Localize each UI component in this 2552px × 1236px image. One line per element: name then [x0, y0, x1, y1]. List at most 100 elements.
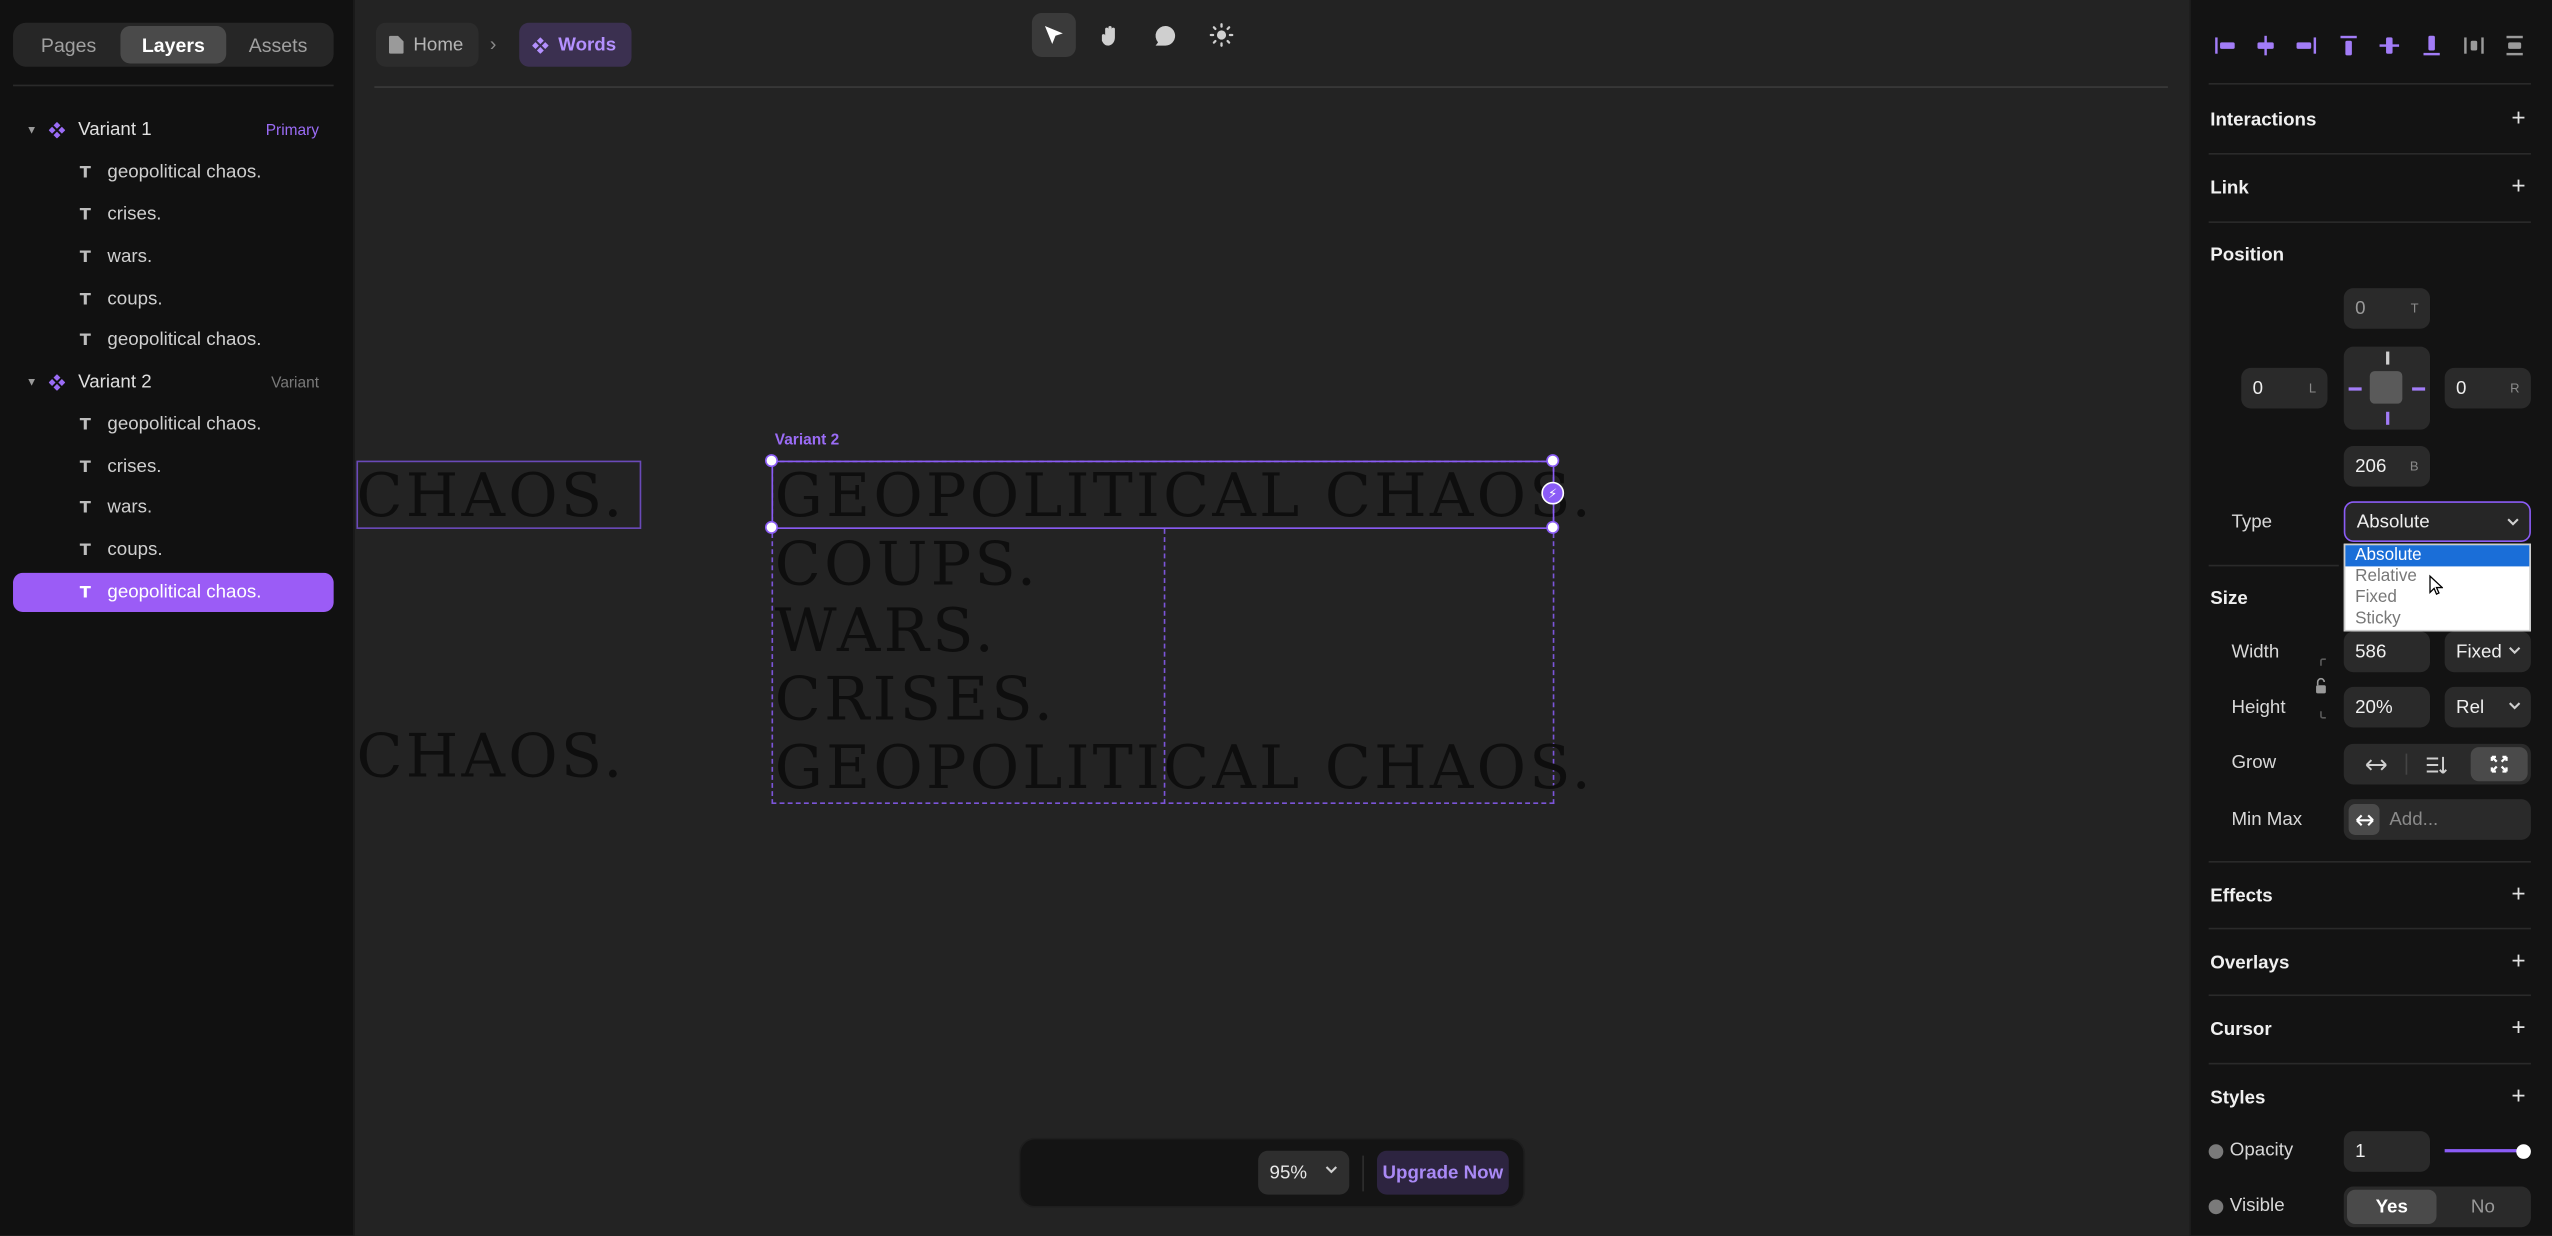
grow-fixed-button[interactable] [2470, 747, 2528, 782]
comment-icon [1154, 25, 1175, 45]
divider [2208, 861, 2531, 863]
divider [1362, 1155, 1364, 1192]
add-interaction-plus-icon[interactable]: + [2511, 104, 2525, 132]
add-style-plus-icon[interactable]: + [2511, 1082, 2525, 1110]
upgrade-now-button[interactable]: Upgrade Now [1376, 1150, 1509, 1195]
chevron-down-icon [1325, 1166, 1338, 1174]
layer-variant-1[interactable]: ▼ Variant 1 Primary [13, 111, 334, 150]
zoom-value: 95% [1269, 1162, 1308, 1183]
pin-widget[interactable] [2343, 346, 2431, 430]
tab-layers[interactable]: Layers [120, 26, 226, 64]
text-icon: T [79, 205, 91, 224]
frame-label[interactable]: Variant 2 [775, 431, 839, 449]
caret-down-icon[interactable]: ▼ [26, 125, 37, 136]
canvas-text-line[interactable]: WARS. [775, 596, 997, 666]
add-overlay-plus-icon[interactable]: + [2511, 947, 2525, 975]
layer-text[interactable]: Tgeopolitical chaos. [13, 153, 334, 192]
align-bottom-icon[interactable] [2420, 34, 2443, 57]
position-right-input[interactable]: 0 R [2444, 367, 2531, 409]
position-type-select[interactable]: Absolute [2343, 501, 2531, 542]
min-max-toggle[interactable] [2348, 804, 2380, 835]
canvas-text-line[interactable]: COUPS. [775, 529, 1040, 599]
layer-text[interactable]: Tcrises. [13, 195, 334, 234]
tab-assets[interactable]: Assets [226, 26, 331, 63]
select-tool-button[interactable] [1031, 13, 1076, 57]
resize-handle[interactable] [764, 454, 778, 468]
position-bottom-value: 206 [2355, 456, 2387, 477]
layer-text[interactable]: Tcoups. [13, 280, 334, 319]
position-left-value: 0 [2252, 378, 2264, 398]
distribute-horizontal-icon[interactable] [2463, 34, 2486, 57]
height-mode-select[interactable]: Rel [2444, 686, 2531, 728]
layer-name: coups. [107, 289, 163, 310]
layer-variant-2[interactable]: ▼ Variant 2 Variant [13, 363, 334, 402]
text-icon: T [79, 331, 91, 350]
align-center-horizontal-icon[interactable] [2254, 34, 2277, 57]
min-max-input[interactable]: Add... [2343, 799, 2531, 840]
section-title-interactions: Interactions [2210, 110, 2317, 131]
position-right-suffix: R [2510, 380, 2520, 396]
layer-name: geopolitical chaos. [107, 330, 262, 350]
layer-text[interactable]: Tcrises. [13, 448, 334, 487]
height-value: 20% [2355, 697, 2393, 717]
visible-no-button[interactable]: No [2438, 1190, 2528, 1224]
lightning-icon[interactable]: ⚡ [1541, 481, 1565, 505]
layer-text[interactable]: Tgeopolitical chaos. [13, 321, 334, 360]
add-effect-plus-icon[interactable]: + [2511, 881, 2525, 909]
canvas-text-line[interactable]: GEOPOLITICAL CHAOS. [775, 732, 1594, 802]
breadcrumb-current-label: Words [558, 34, 617, 55]
dropdown-option-sticky[interactable]: Sticky [2345, 609, 2529, 630]
layer-text[interactable]: Tcoups. [13, 531, 334, 570]
pin-right-line[interactable] [2412, 387, 2426, 390]
distribute-vertical-icon[interactable] [2503, 34, 2526, 57]
position-left-input[interactable]: 0 L [2241, 367, 2328, 409]
caret-down-icon[interactable]: ▼ [26, 377, 37, 388]
theme-toggle-button[interactable] [1200, 13, 1244, 57]
panel-tabs: Pages Layers Assets [13, 22, 334, 67]
variant-1-outline [356, 460, 642, 529]
visible-yes-button[interactable]: Yes [2346, 1189, 2437, 1224]
align-left-icon[interactable] [2214, 34, 2237, 57]
grow-wrap-button[interactable] [2409, 747, 2464, 781]
resize-handle[interactable] [1546, 520, 1560, 534]
type-label: Type [2231, 512, 2273, 533]
pin-bottom-line[interactable] [2386, 411, 2389, 425]
grow-horizontal-button[interactable] [2349, 747, 2404, 781]
width-mode-select[interactable]: Fixed [2444, 631, 2531, 673]
align-center-vertical-icon[interactable] [2378, 34, 2401, 57]
width-input[interactable]: 586 [2343, 631, 2431, 673]
hand-tool-button[interactable] [1087, 13, 1131, 57]
resize-handle[interactable] [764, 520, 778, 534]
canvas-text-line[interactable]: CRISES. [775, 664, 1056, 734]
comment-tool-button[interactable] [1143, 13, 1187, 57]
position-type-value: Absolute [2356, 511, 2430, 532]
position-top-input[interactable]: 0 T [2343, 288, 2431, 329]
add-cursor-plus-icon[interactable]: + [2511, 1014, 2525, 1042]
text-icon: T [79, 541, 91, 560]
layer-name: crises. [107, 457, 162, 477]
breadcrumb-home[interactable]: Home [375, 22, 479, 67]
opacity-slider-thumb[interactable] [2516, 1144, 2531, 1159]
pin-top-line[interactable] [2386, 351, 2389, 365]
lock-aspect-icon[interactable] [2313, 658, 2329, 720]
resize-handle[interactable] [1546, 454, 1560, 468]
layer-text[interactable]: Tgeopolitical chaos. [13, 405, 334, 444]
zoom-select[interactable]: 95% [1258, 1150, 1350, 1195]
height-label: Height [2231, 698, 2286, 718]
add-link-plus-icon[interactable]: + [2511, 173, 2525, 201]
canvas-text-fragment[interactable]: CHAOS. [356, 721, 625, 791]
align-right-icon[interactable] [2295, 34, 2318, 57]
tab-pages[interactable]: Pages [16, 26, 121, 63]
dropdown-option-absolute[interactable]: Absolute [2345, 545, 2530, 567]
height-input[interactable]: 20% [2343, 686, 2431, 728]
breadcrumb-current[interactable]: Words [519, 22, 631, 67]
layer-text-selected[interactable]: Tgeopolitical chaos. [13, 572, 334, 612]
layer-text[interactable]: Twars. [13, 238, 334, 277]
align-top-icon[interactable] [2337, 34, 2360, 57]
position-bottom-input[interactable]: 206 B [2343, 445, 2431, 487]
layer-name: wars. [107, 247, 153, 267]
opacity-slider-track[interactable] [2444, 1149, 2525, 1153]
pin-left-line[interactable] [2348, 387, 2362, 390]
layer-text[interactable]: Twars. [13, 488, 334, 527]
opacity-input[interactable]: 1 [2343, 1131, 2431, 1172]
